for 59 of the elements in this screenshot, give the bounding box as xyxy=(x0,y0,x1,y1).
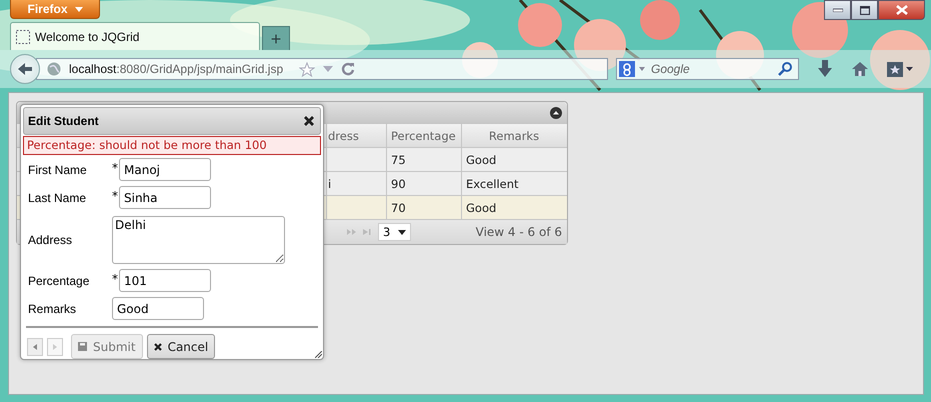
globe-icon xyxy=(47,62,61,76)
table-cell-text: Good xyxy=(465,200,498,216)
home-icon[interactable] xyxy=(851,61,869,77)
field-label: Address xyxy=(27,233,74,247)
text-area[interactable]: Delhi xyxy=(112,216,285,264)
field-label: First Name xyxy=(27,162,88,176)
column-header[interactable]: Remarks xyxy=(462,124,566,147)
download-icon[interactable] xyxy=(817,60,833,78)
record-count: View 4 - 6 of 6 xyxy=(476,225,562,239)
caret-icon xyxy=(398,230,406,234)
new-tab-button[interactable]: + xyxy=(262,26,290,50)
save-icon xyxy=(78,342,87,351)
bookmarks-button[interactable] xyxy=(887,62,913,76)
required-mark: * xyxy=(112,189,119,203)
star-folder-icon xyxy=(887,62,903,76)
back-arrow-icon xyxy=(17,62,33,76)
cancel-button[interactable]: Cancel xyxy=(146,334,216,359)
close-icon xyxy=(154,342,162,350)
resize-grip-icon[interactable] xyxy=(315,351,322,358)
right-caret-icon xyxy=(53,344,57,350)
input-field[interactable]: Good xyxy=(112,297,204,320)
maximize-icon xyxy=(860,6,870,14)
tab-title: Welcome to JQGrid xyxy=(35,30,140,44)
input-field[interactable]: Sinha xyxy=(119,186,211,209)
search-field[interactable]: Google xyxy=(649,61,774,77)
browser-tab[interactable]: Welcome to JQGrid xyxy=(10,22,260,50)
caret-icon xyxy=(74,6,82,12)
caret-icon[interactable] xyxy=(639,67,645,71)
close-icon xyxy=(304,116,314,126)
search-engine-icon[interactable] xyxy=(619,61,635,77)
url-text: localhost:8080/GridApp/jsp/mainGrid.jsp xyxy=(69,62,284,76)
close-button[interactable] xyxy=(878,0,925,20)
caret-icon xyxy=(906,67,913,71)
bookmark-star-icon[interactable] xyxy=(299,62,316,76)
input-field[interactable]: Manoj xyxy=(119,158,211,181)
left-caret-icon xyxy=(33,344,37,350)
collapse-icon[interactable] xyxy=(550,106,562,118)
reload-icon[interactable] xyxy=(341,62,356,76)
error-message: Percentage: should not be more than 100 xyxy=(23,136,321,155)
search-bar[interactable]: Google xyxy=(616,58,799,80)
field-label: Remarks xyxy=(27,302,78,316)
table-cell-text: Good xyxy=(465,152,498,168)
maximize-button[interactable] xyxy=(851,0,878,20)
dialog-title: Edit Student xyxy=(28,114,99,128)
minimize-icon xyxy=(832,8,842,12)
address-bar[interactable]: localhost:8080/GridApp/jsp/mainGrid.jsp xyxy=(36,58,608,80)
previous-button[interactable] xyxy=(27,338,43,356)
field-label: Last Name xyxy=(27,190,88,204)
page-size-select[interactable]: 3 xyxy=(378,223,412,241)
page-icon xyxy=(16,30,30,44)
table-cell-text: Excellent xyxy=(465,176,520,192)
close-button[interactable] xyxy=(304,116,314,126)
required-mark: * xyxy=(112,161,119,175)
close-icon xyxy=(896,5,908,15)
minimize-button[interactable] xyxy=(824,0,851,20)
search-icon[interactable] xyxy=(778,62,792,76)
input-field[interactable]: 101 xyxy=(119,269,211,292)
required-mark: * xyxy=(112,272,119,286)
field-label: Percentage xyxy=(27,274,90,288)
